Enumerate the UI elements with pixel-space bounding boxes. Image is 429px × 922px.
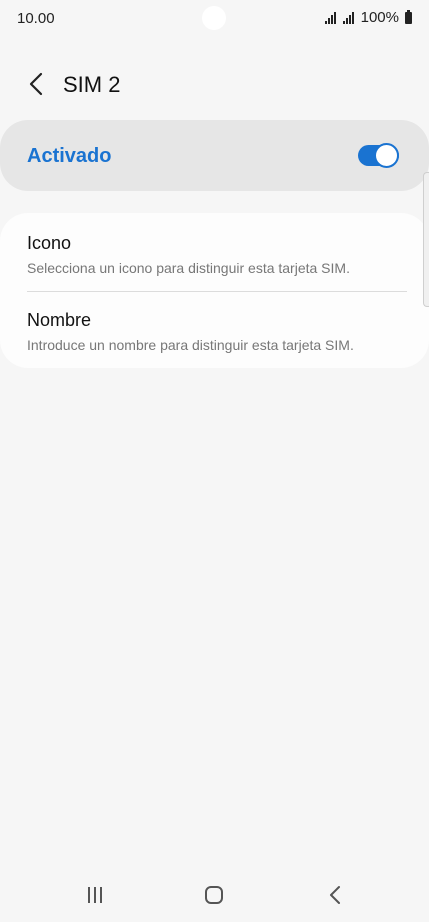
- item-title: Icono: [27, 233, 72, 253]
- settings-list: Icono Selecciona un icono para distingui…: [0, 213, 429, 368]
- navigation-bar: [0, 868, 429, 922]
- recent-apps-icon: [88, 887, 102, 903]
- list-item-icono[interactable]: Icono Selecciona un icono para distingui…: [27, 233, 407, 276]
- item-subtitle: Selecciona un icono para distinguir esta…: [27, 260, 350, 276]
- item-title: Nombre: [27, 310, 92, 330]
- edge-panel-handle[interactable]: [423, 172, 429, 307]
- back-icon: [330, 886, 340, 904]
- item-subtitle: Introduce un nombre para distinguir esta…: [27, 337, 354, 353]
- signal-icon: [324, 11, 336, 24]
- camera-cutout: [202, 6, 226, 30]
- status-time: 10.00: [17, 10, 55, 27]
- battery-percent: 100%: [360, 9, 399, 26]
- home-button[interactable]: [199, 882, 229, 908]
- signal-icon: [342, 11, 354, 24]
- battery-icon: [405, 9, 412, 24]
- nav-back-button[interactable]: [320, 882, 350, 908]
- status-bar: 10.00 100%: [0, 0, 429, 36]
- divider: [27, 291, 407, 292]
- app-header: SIM 2: [0, 58, 429, 112]
- home-icon: [205, 886, 223, 904]
- toggle-label: Activado: [27, 145, 112, 167]
- sim-switch[interactable]: [358, 143, 399, 168]
- back-button[interactable]: [20, 68, 52, 100]
- page-title: SIM 2: [63, 72, 121, 97]
- list-item-nombre[interactable]: Nombre Introduce un nombre para distingu…: [27, 310, 407, 353]
- switch-knob: [374, 143, 399, 168]
- chevron-left-icon: [29, 72, 43, 96]
- recent-apps-button[interactable]: [80, 882, 110, 908]
- status-icons: 100%: [324, 9, 412, 26]
